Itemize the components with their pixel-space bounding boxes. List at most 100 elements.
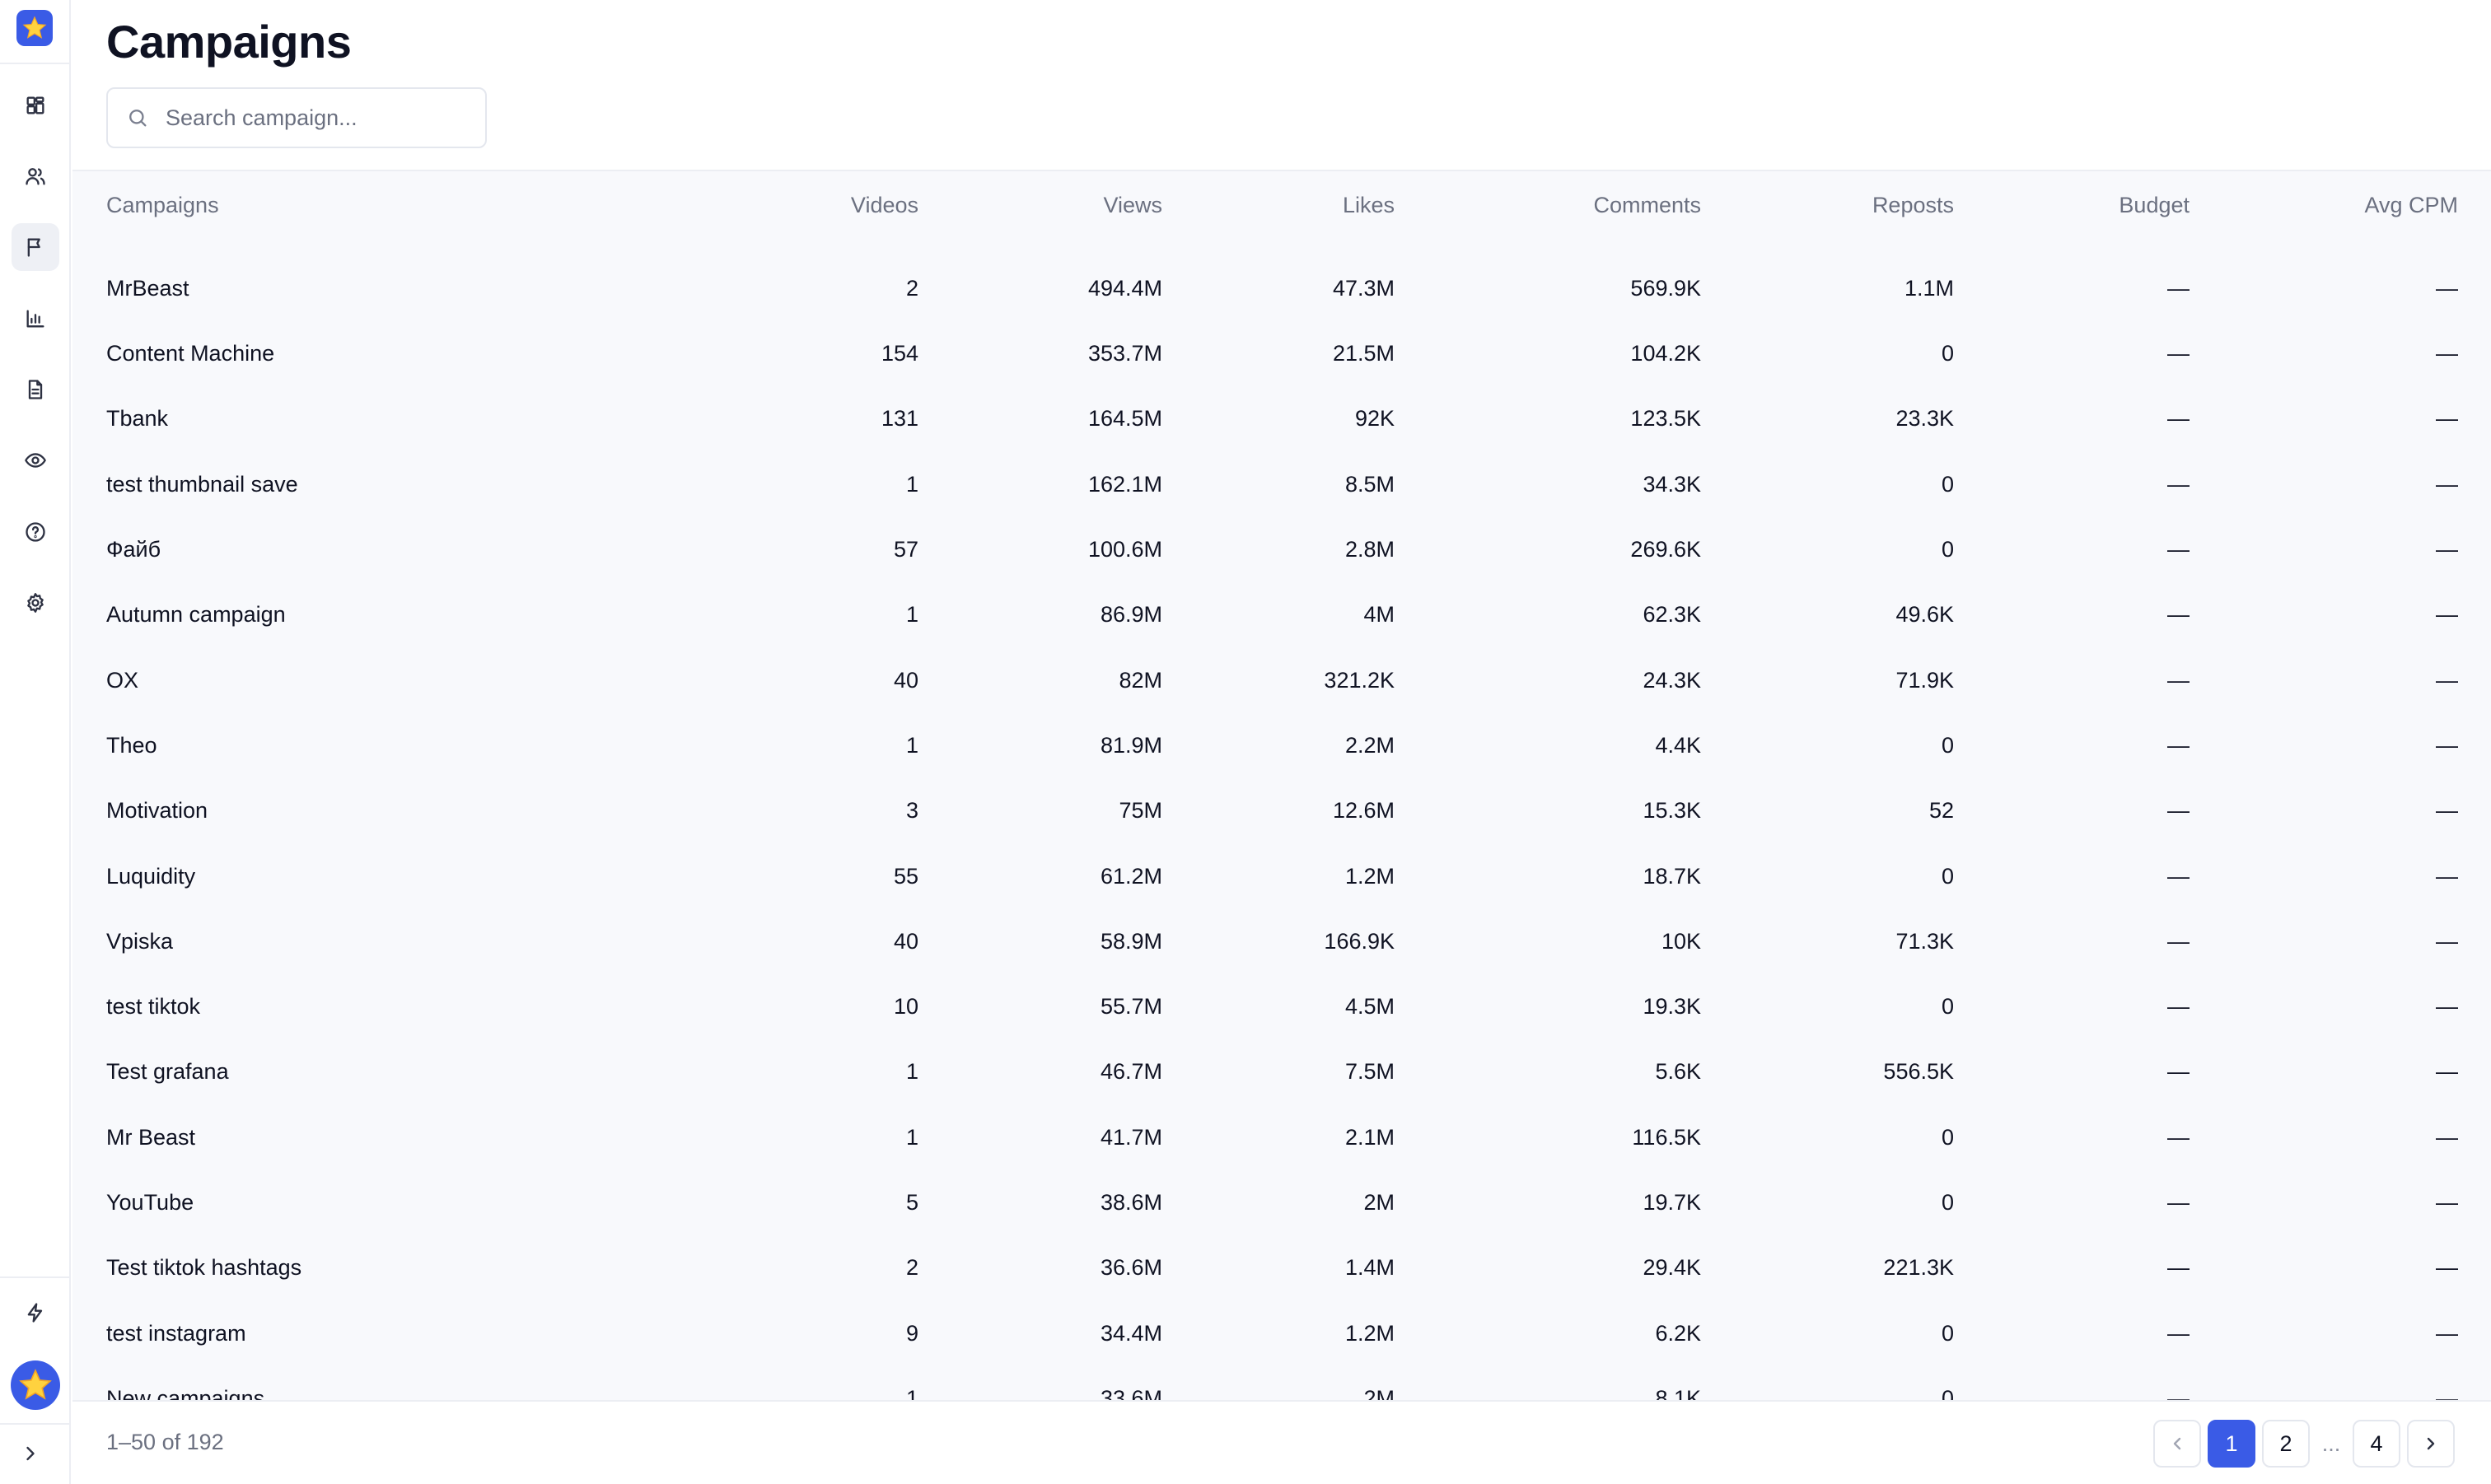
table-row[interactable]: MrBeast 2 494.4M 47.3M 569.9K 1.1M — — — [72, 239, 2491, 321]
cell-name[interactable]: Tbank — [106, 386, 675, 451]
cell-views: 36.6M — [1100, 1255, 1162, 1281]
column-header-likes[interactable]: Likes — [1162, 171, 1395, 239]
table-row[interactable]: Content Machine 154 353.7M 21.5M 104.2K 0 — — — [72, 321, 2491, 386]
table-row[interactable]: test tiktok 10 55.7M 4.5M 19.3K 0 — — — [72, 974, 2491, 1039]
cell-reposts: 0 — [1941, 732, 1954, 758]
table-row[interactable]: Motivation 3 75M 12.6M 15.3K 52 — — — [72, 778, 2491, 843]
sidebar — [0, 0, 71, 1484]
cell-likes: 2.1M — [1344, 1124, 1395, 1150]
column-header-campaigns[interactable]: Campaigns — [106, 171, 675, 239]
cell-views: 162.1M — [1087, 471, 1162, 497]
cell-reposts: 0 — [1941, 1385, 1954, 1400]
cell-name[interactable]: New campaigns — [106, 1366, 675, 1400]
cell-avg-cpm: — — [2436, 602, 2458, 628]
cell-reposts: 52 — [1928, 798, 1954, 824]
chevron-right-icon — [26, 1446, 35, 1461]
cell-comments: 29.4K — [1643, 1255, 1701, 1281]
table-row[interactable]: Luquidity 55 61.2M 1.2M 18.7K 0 — — — [72, 843, 2491, 908]
campaigns-table-container[interactable]: Campaigns Videos Views Likes Comments Re… — [72, 170, 2491, 1400]
cell-name[interactable]: Test tiktok hashtags — [106, 1235, 675, 1300]
cell-videos: 1 — [905, 1059, 918, 1085]
cell-comments: 19.7K — [1643, 1190, 1701, 1215]
cell-avg-cpm: — — [2436, 798, 2458, 824]
table-row[interactable]: New campaigns 1 33.6M 2M 8.1K 0 — — — [72, 1366, 2491, 1400]
table-row[interactable]: Autumn campaign 1 86.9M 4M 62.3K 49.6K — — — [72, 582, 2491, 647]
sidebar-item-integrations[interactable] — [12, 1289, 59, 1337]
cell-name[interactable]: test tiktok — [106, 974, 675, 1039]
column-header-comments[interactable]: Comments — [1395, 171, 1701, 239]
bar-chart-icon — [26, 310, 44, 328]
sidebar-item-help[interactable] — [12, 508, 59, 556]
cell-likes: 7.5M — [1344, 1059, 1395, 1085]
next-page-button[interactable] — [2407, 1420, 2455, 1468]
cell-name[interactable]: Luquidity — [106, 843, 675, 908]
cell-views: 82M — [1119, 667, 1162, 693]
cell-name[interactable]: Vpiska — [106, 909, 675, 974]
search-input[interactable] — [164, 104, 477, 132]
cell-name[interactable]: Motivation — [106, 778, 675, 843]
cell-avg-cpm: — — [2436, 1124, 2458, 1150]
cell-name[interactable]: Content Machine — [106, 321, 675, 386]
sidebar-item-campaigns[interactable] — [12, 223, 59, 271]
cell-name[interactable]: Theo — [106, 713, 675, 778]
sidebar-item-analytics[interactable] — [12, 295, 59, 343]
cell-budget: — — [2167, 1320, 2190, 1346]
table-row[interactable]: Tbank 131 164.5M 92K 123.5K 23.3K — — — [72, 386, 2491, 451]
table-row[interactable]: Test grafana 1 46.7M 7.5M 5.6K 556.5K — — — [72, 1039, 2491, 1104]
table-row[interactable]: Mr Beast 1 41.7M 2.1M 116.5K 0 — — — [72, 1105, 2491, 1170]
sidebar-item-users[interactable] — [12, 152, 59, 200]
sidebar-item-monitoring[interactable] — [12, 436, 59, 484]
cell-name[interactable]: Autumn campaign — [106, 582, 675, 647]
star-logo-icon — [22, 16, 47, 39]
cell-name[interactable]: Test grafana — [106, 1039, 675, 1104]
table-row[interactable]: YouTube 5 38.6M 2M 19.7K 0 — — — [72, 1170, 2491, 1235]
cell-comments: 6.2K — [1655, 1320, 1701, 1346]
cell-avg-cpm: — — [2436, 1190, 2458, 1215]
table-row[interactable]: OX 40 82M 321.2K 24.3K 71.9K — — — [72, 647, 2491, 712]
table-row[interactable]: Файб 57 100.6M 2.8M 269.6K 0 — — — [72, 517, 2491, 582]
column-header-budget[interactable]: Budget — [1954, 171, 2190, 239]
cell-name[interactable]: YouTube — [106, 1170, 675, 1235]
search-box[interactable] — [106, 87, 487, 148]
page-title: Campaigns — [106, 16, 352, 68]
cell-views: 55.7M — [1100, 994, 1162, 1020]
pagination: 1 2 ... 4 — [2153, 1420, 2455, 1468]
page-button-1[interactable]: 1 — [2208, 1420, 2255, 1468]
cell-name[interactable]: MrBeast — [106, 239, 675, 321]
cell-name[interactable]: test instagram — [106, 1300, 675, 1365]
page-button-2[interactable]: 2 — [2262, 1420, 2310, 1468]
sidebar-item-dashboard[interactable] — [12, 82, 59, 129]
column-header-avg-cpm[interactable]: Avg CPM — [2190, 171, 2458, 239]
sidebar-item-settings[interactable] — [12, 579, 59, 627]
user-avatar[interactable] — [11, 1360, 60, 1410]
cell-avg-cpm: — — [2436, 406, 2458, 432]
page-button-4[interactable]: 4 — [2353, 1420, 2400, 1468]
prev-page-button[interactable] — [2153, 1420, 2201, 1468]
column-header-videos[interactable]: Videos — [675, 171, 918, 239]
cell-views: 61.2M — [1100, 863, 1162, 889]
cell-name[interactable]: OX — [106, 647, 675, 712]
cell-budget: — — [2167, 537, 2190, 562]
cell-name[interactable]: Файб — [106, 517, 675, 582]
table-row[interactable]: test instagram 9 34.4M 1.2M 6.2K 0 — — — [72, 1300, 2491, 1365]
table-row[interactable]: Test tiktok hashtags 2 36.6M 1.4M 29.4K 221.3… — [72, 1235, 2491, 1300]
cell-name[interactable]: test thumbnail save — [106, 452, 675, 517]
table-row[interactable]: Vpiska 40 58.9M 166.9K 10K 71.3K — — — [72, 909, 2491, 974]
campaigns-table: Campaigns Videos Views Likes Comments Re… — [72, 171, 2491, 1401]
table-row[interactable]: Theo 1 81.9M 2.2M 4.4K 0 — — — [72, 713, 2491, 778]
cell-comments: 34.3K — [1643, 471, 1701, 497]
cell-budget: — — [2167, 798, 2190, 824]
sidebar-divider — [0, 63, 71, 64]
column-header-reposts[interactable]: Reposts — [1701, 171, 1954, 239]
help-circle-icon — [26, 522, 45, 542]
cell-views: 38.6M — [1100, 1190, 1162, 1215]
cell-likes: 1.4M — [1344, 1255, 1395, 1281]
cell-name[interactable]: Mr Beast — [106, 1105, 675, 1170]
sidebar-expand-button[interactable] — [7, 1430, 54, 1477]
table-row[interactable]: test thumbnail save 1 162.1M 8.5M 34.3K 0 — — — [72, 452, 2491, 517]
sidebar-item-reports[interactable] — [12, 366, 59, 413]
table-header-row: Campaigns Videos Views Likes Comments Re… — [72, 171, 2491, 239]
app-logo[interactable] — [16, 10, 53, 46]
column-header-views[interactable]: Views — [918, 171, 1162, 239]
cell-budget: — — [2167, 1124, 2190, 1150]
